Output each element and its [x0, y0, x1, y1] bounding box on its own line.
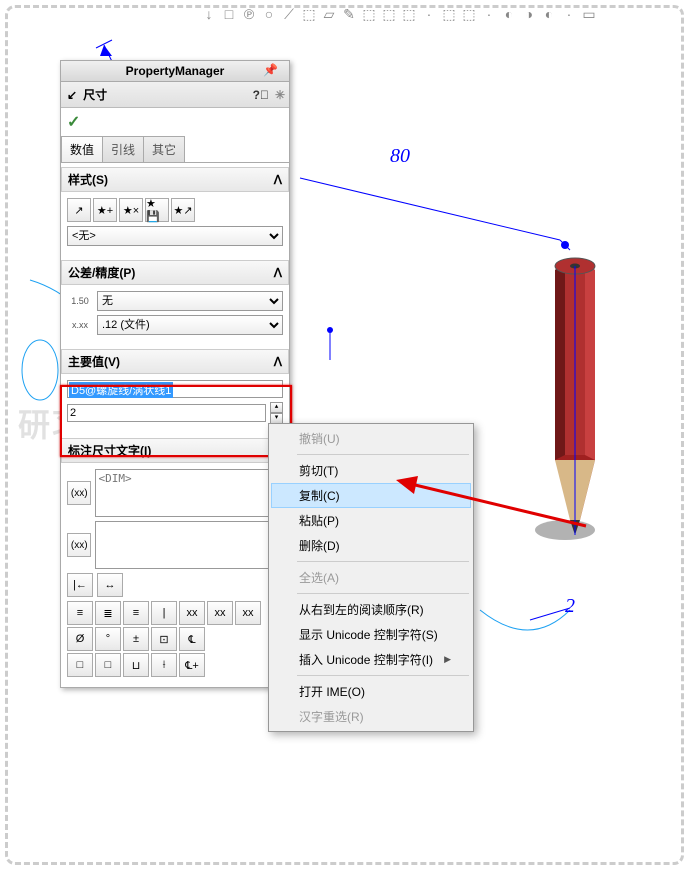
menu-item[interactable]: 删除(D): [271, 533, 471, 558]
dimtext-symbol-btn[interactable]: ⊡: [151, 627, 177, 651]
dimtext-symbol-btn[interactable]: □: [95, 653, 121, 677]
ok-check-icon[interactable]: ✓: [67, 114, 80, 131]
tab-leader[interactable]: 引线: [102, 136, 144, 162]
dimtext-header[interactable]: 标注尺寸文字(I)ᐱ: [61, 438, 289, 463]
dimtext-area2[interactable]: [95, 521, 283, 569]
menu-item[interactable]: 显示 Unicode 控制字符(S): [271, 622, 471, 647]
panel-title: PropertyManager 📌→: [61, 61, 289, 82]
tabs: 数值 引线 其它: [61, 136, 289, 163]
dimtext-symbol-btn[interactable]: |: [151, 601, 177, 625]
style-icon-btn[interactable]: ★↗: [171, 198, 195, 222]
dimtext-symbol-btn[interactable]: ℄: [179, 627, 205, 651]
option-icon[interactable]: ✳: [275, 88, 285, 102]
style-icon-btn[interactable]: ★×: [119, 198, 143, 222]
style-select[interactable]: <无>: [67, 226, 283, 246]
menu-item[interactable]: 打开 IME(O): [271, 679, 471, 704]
primary-value-input[interactable]: [67, 404, 266, 422]
dimension-section: ↙ 尺寸 ?⃝ ✳: [61, 82, 289, 108]
menu-item[interactable]: 剪切(T): [271, 458, 471, 483]
dimension-2[interactable]: 2: [565, 595, 575, 618]
value-spinner[interactable]: ▴▾: [270, 402, 283, 424]
dimtext-small-btn[interactable]: |←: [67, 573, 93, 597]
dimtext-symbol-btn[interactable]: ≡: [123, 601, 149, 625]
context-menu: 撤销(U) 剪切(T)复制(C)粘贴(P)删除(D) 全选(A) 从右到左的阅读顺序(…: [268, 423, 474, 732]
style-header[interactable]: 样式(S)ᐱ: [61, 167, 289, 192]
style-icon-btn[interactable]: ↗: [67, 198, 91, 222]
primary-value-header[interactable]: 主要值(V)ᐱ: [61, 349, 289, 374]
menu-item[interactable]: 复制(C): [271, 483, 471, 508]
style-icon-btn[interactable]: ★+: [93, 198, 117, 222]
menu-item[interactable]: 粘贴(P): [271, 508, 471, 533]
pencil-model: [540, 250, 620, 550]
tol-icon-1: 1.50: [67, 296, 93, 306]
dimtext-symbol-btn[interactable]: ⊔: [123, 653, 149, 677]
help-icon[interactable]: ?⃝: [253, 88, 269, 102]
menu-item: 全选(A): [271, 565, 471, 590]
dimtext-symbol-btn[interactable]: ⟊: [151, 653, 177, 677]
menu-item[interactable]: 插入 Unicode 控制字符(I)▶: [271, 647, 471, 672]
tolerance-header[interactable]: 公差/精度(P)ᐱ: [61, 260, 289, 285]
menu-item[interactable]: 从右到左的阅读顺序(R): [271, 597, 471, 622]
style-icons: ↗★+★×★💾★↗: [67, 198, 283, 222]
dimtext-symbol-btn[interactable]: xx: [179, 601, 205, 625]
dimtext-area1[interactable]: [95, 469, 283, 517]
tol-icon-2: x.xx: [67, 320, 93, 330]
dimension-icon: ↙: [67, 88, 77, 102]
dimension-80[interactable]: 80: [390, 145, 410, 168]
tolerance-type-select[interactable]: 无: [97, 291, 283, 311]
dimtext-symbol-btn[interactable]: ≣: [95, 601, 121, 625]
style-icon-btn[interactable]: ★💾: [145, 198, 169, 222]
dimtext-symbol-btn[interactable]: ±: [123, 627, 149, 651]
dimtext-icon2[interactable]: (xx): [67, 533, 91, 557]
precision-select[interactable]: .12 (文件): [97, 315, 283, 335]
dimtext-symbol-btn[interactable]: □: [67, 653, 93, 677]
dimtext-symbol-btn[interactable]: Ø: [67, 627, 93, 651]
tab-value[interactable]: 数值: [61, 136, 103, 162]
dimtext-symbol-btn[interactable]: °: [95, 627, 121, 651]
tab-other[interactable]: 其它: [143, 136, 185, 162]
dimtext-symbol-btn[interactable]: ℄+: [179, 653, 205, 677]
dimtext-icon1[interactable]: (xx): [67, 481, 91, 505]
dimtext-symbol-btn[interactable]: xx: [207, 601, 233, 625]
dimtext-small-btn[interactable]: ↔: [97, 573, 123, 597]
menu-item: 汉字重选(R): [271, 704, 471, 729]
property-manager-panel: PropertyManager 📌→ ↙ 尺寸 ?⃝ ✳ ✓ 数值 引线 其它 …: [60, 60, 290, 688]
dimtext-symbol-btn[interactable]: ≡: [67, 601, 93, 625]
menu-item: 撤销(U): [271, 426, 471, 451]
dimtext-symbol-btn[interactable]: xx: [235, 601, 261, 625]
pin-icon[interactable]: 📌→: [263, 63, 287, 79]
